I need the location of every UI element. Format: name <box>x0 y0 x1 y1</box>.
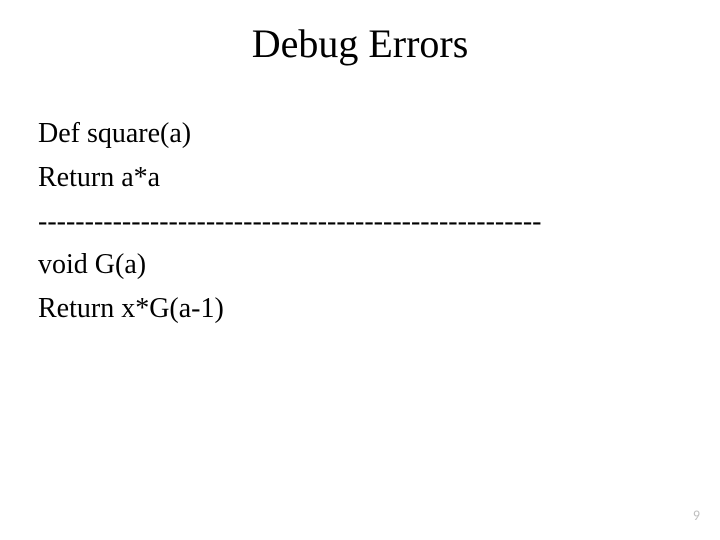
code-line-3: void G(a) <box>38 246 682 284</box>
slide-title: Debug Errors <box>0 20 720 67</box>
code-line-1: Def square(a) <box>38 115 682 153</box>
slide: Debug Errors Def square(a) Return a*a --… <box>0 0 720 540</box>
slide-body: Def square(a) Return a*a ---------------… <box>38 115 682 334</box>
code-line-4: Return x*G(a-1) <box>38 290 682 328</box>
separator-line: ----------------------------------------… <box>38 203 682 241</box>
code-line-2: Return a*a <box>38 159 682 197</box>
page-number: 9 <box>693 507 700 524</box>
